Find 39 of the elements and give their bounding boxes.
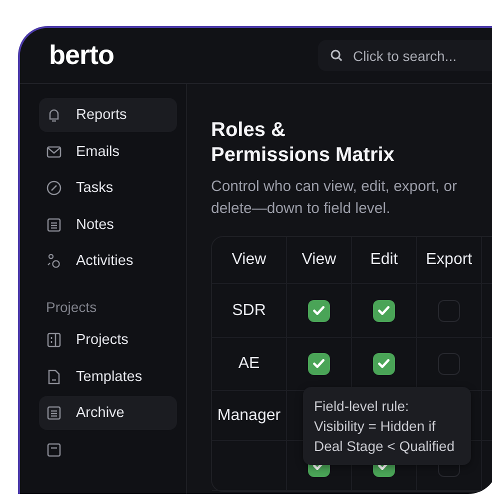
page-title: Roles & Permissions Matrix [211, 118, 396, 168]
search-icon [330, 49, 343, 62]
note-icon [46, 216, 62, 232]
page-description: Control who can view, edit, export, or delete—down to field level. [211, 177, 458, 219]
role-label: Manager [217, 406, 281, 424]
sidebar-item[interactable]: Templates [39, 360, 177, 394]
column-header: Edit [370, 251, 398, 268]
sidebar-item[interactable]: Notes [39, 208, 177, 242]
check-icon [378, 359, 390, 369]
checkbox[interactable] [308, 353, 330, 375]
search-input[interactable]: Click to search... [353, 48, 483, 64]
sidebar-item[interactable]: Activities [39, 244, 177, 278]
checkbox[interactable] [373, 353, 395, 375]
square-icon [46, 442, 62, 458]
check-icon [313, 306, 325, 316]
checkbox[interactable] [373, 300, 395, 322]
people-icon [46, 253, 62, 269]
column-header: View [232, 251, 266, 268]
sidebar-item[interactable]: Reports [39, 98, 177, 132]
sidebar-item[interactable]: Emails [39, 134, 177, 168]
role-label: AE [238, 355, 260, 372]
sidebar-item[interactable]: Tasks [39, 171, 177, 205]
section-label: Projects [46, 298, 98, 314]
envelope-icon [46, 144, 62, 160]
column-header: View [302, 251, 336, 268]
list-icon [46, 405, 62, 421]
document-icon [46, 332, 62, 348]
compass-icon [46, 180, 62, 196]
tooltip: Field-level rule: Visibility = Hidden if Deal Stage < Qualified [303, 387, 471, 465]
role-label: SDR [232, 302, 266, 318]
checkbox[interactable] [308, 300, 330, 322]
column-header: Export [426, 251, 472, 268]
file-icon [46, 368, 62, 384]
sidebar-item[interactable]: Archive [39, 396, 177, 430]
logo: berto [49, 40, 114, 71]
sidebar-item[interactable]: Projects [39, 323, 177, 357]
check-icon [378, 306, 390, 316]
check-icon [313, 359, 325, 369]
search-field[interactable]: Click to search... [318, 40, 492, 71]
